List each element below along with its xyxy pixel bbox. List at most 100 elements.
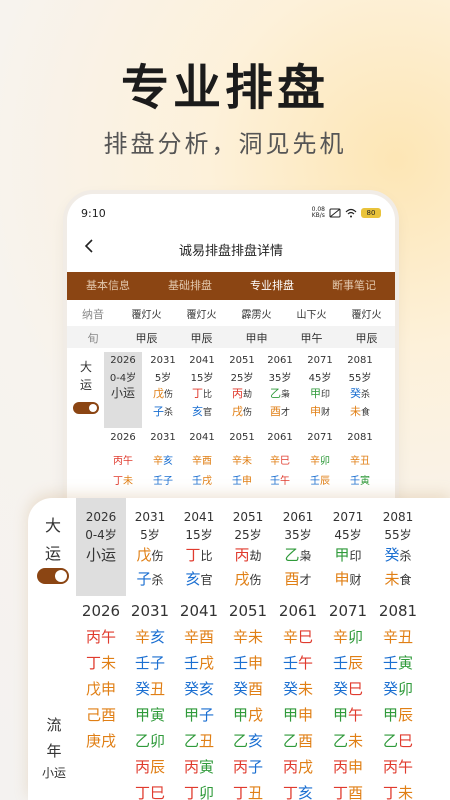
liunian-cell[interactable]: 辛未 (224, 626, 272, 647)
liunian-cell[interactable]: 乙酉 (274, 730, 322, 751)
dayun-age: 45岁 (308, 373, 332, 384)
dayun-gan[interactable]: 癸杀 (374, 544, 422, 565)
liunian-cell[interactable]: 壬子 (146, 472, 180, 487)
dayun-gan[interactable]: 戊伤 (126, 544, 174, 565)
dayun-zhi[interactable]: 申财 (324, 568, 372, 589)
nayin-value: 覆灯火 (351, 310, 382, 321)
tab-pro-chart[interactable]: 专业排盘 (231, 272, 313, 300)
liunian-cell[interactable]: 辛亥 (126, 626, 174, 647)
dayun-zhi[interactable]: 戌伤 (224, 568, 272, 589)
liunian-cell[interactable]: 丙辰 (126, 756, 174, 777)
dayun-zhi[interactable]: 亥官 (175, 568, 223, 589)
liunian-char: 戌 (101, 732, 117, 750)
dayun-xiaoyun[interactable]: 小运 (107, 385, 139, 401)
liunian-cell[interactable]: 壬戌 (175, 652, 223, 673)
liunian-cell[interactable]: 戊申 (76, 678, 126, 699)
dayun-age: 45岁 (334, 528, 362, 542)
liunian-cell[interactable]: 丙戌 (274, 756, 322, 777)
dayun-gan[interactable]: 甲印 (324, 544, 372, 565)
liunian-cell[interactable]: 辛巳 (274, 626, 322, 647)
liunian-cell[interactable]: 壬子 (126, 652, 174, 673)
liunian-cell[interactable]: 丁巳 (126, 782, 174, 800)
dayun-gan[interactable]: 丁比 (185, 385, 219, 401)
liunian-cell[interactable]: 丁未 (76, 652, 126, 673)
liunian-cell[interactable]: 丁酉 (324, 782, 372, 800)
liunian-cell[interactable]: 乙巳 (374, 730, 422, 751)
liunian-cell[interactable]: 丙寅 (175, 756, 223, 777)
liunian-cell[interactable]: 甲戌 (224, 704, 272, 725)
liunian-cell[interactable]: 丁亥 (274, 782, 322, 800)
liunian-cell[interactable]: 丙申 (324, 756, 372, 777)
liunian-cell[interactable]: 壬申 (225, 472, 259, 487)
liunian-cell[interactable]: 甲午 (324, 704, 372, 725)
dayun-gan[interactable]: 甲印 (303, 385, 337, 401)
dayun-zhi[interactable]: 酉才 (263, 403, 297, 419)
liunian-cell[interactable]: 壬戌 (185, 472, 219, 487)
dayun-gan[interactable]: 丁比 (175, 544, 223, 565)
dayun-zhi[interactable]: 未食 (343, 403, 377, 419)
liunian-cell[interactable]: 癸巳 (324, 678, 372, 699)
liunian-cell[interactable]: 辛酉 (185, 452, 219, 467)
dayun-gan[interactable]: 戊伤 (146, 385, 180, 401)
dayun-zhi[interactable]: 亥官 (185, 403, 219, 419)
liunian-cell[interactable]: 辛丑 (343, 452, 377, 467)
liunian-cell[interactable]: 甲子 (175, 704, 223, 725)
tab-notes[interactable]: 断事笔记 (313, 272, 395, 300)
liunian-cell[interactable]: 壬寅 (374, 652, 422, 673)
dayun-gan[interactable]: 丙劫 (224, 544, 272, 565)
dayun-gan[interactable]: 乙枭 (274, 544, 322, 565)
liunian-cell[interactable]: 丁未 (104, 472, 142, 487)
tab-basic-info[interactable]: 基本信息 (67, 272, 149, 300)
liunian-cell[interactable]: 丙午 (104, 452, 142, 467)
liunian-cell[interactable]: 壬辰 (303, 472, 337, 487)
liunian-cell[interactable]: 甲申 (274, 704, 322, 725)
liunian-cell[interactable]: 辛酉 (175, 626, 223, 647)
liunian-cell[interactable]: 辛亥 (146, 452, 180, 467)
liunian-cell[interactable]: 己酉 (76, 704, 126, 725)
liunian-cell[interactable]: 乙未 (324, 730, 372, 751)
liunian-cell[interactable]: 壬午 (274, 652, 322, 673)
liunian-cell[interactable]: 壬申 (224, 652, 272, 673)
dayun-toggle[interactable] (73, 402, 99, 414)
dayun-zhi[interactable]: 申财 (303, 403, 337, 419)
dayun-zhi[interactable]: 子杀 (146, 403, 180, 419)
dayun-toggle-large[interactable] (37, 568, 69, 584)
liunian-cell[interactable]: 甲辰 (374, 704, 422, 725)
dayun-gan[interactable]: 丙劫 (225, 385, 259, 401)
liunian-cell[interactable]: 丁未 (374, 782, 422, 800)
dayun-zhi[interactable]: 未食 (374, 568, 422, 589)
liunian-cell[interactable]: 辛卯 (303, 452, 337, 467)
liunian-cell[interactable]: 辛未 (225, 452, 259, 467)
dayun-gan[interactable]: 乙枭 (263, 385, 297, 401)
liunian-cell[interactable]: 癸酉 (224, 678, 272, 699)
liunian-cell[interactable]: 癸亥 (175, 678, 223, 699)
liunian-cell[interactable]: 庚戌 (76, 730, 126, 751)
liunian-cell[interactable]: 辛巳 (263, 452, 297, 467)
liunian-cell[interactable]: 辛丑 (374, 626, 422, 647)
dayun-zhi[interactable]: 酉才 (274, 568, 322, 589)
liunian-char: 壬 (282, 654, 298, 672)
liunian-cell[interactable]: 丙午 (374, 756, 422, 777)
liunian-char: 壬 (232, 654, 248, 672)
liunian-cell[interactable]: 乙卯 (126, 730, 174, 751)
liunian-cell[interactable]: 壬辰 (324, 652, 372, 673)
liunian-cell[interactable]: 丁丑 (224, 782, 272, 800)
dayun-xiaoyun[interactable]: 小运 (80, 544, 122, 566)
liunian-cell[interactable]: 壬午 (263, 472, 297, 487)
liunian-cell[interactable]: 癸卯 (374, 678, 422, 699)
liunian-cell[interactable]: 乙丑 (175, 730, 223, 751)
liunian-cell[interactable]: 辛卯 (324, 626, 372, 647)
liunian-cell[interactable]: 壬寅 (343, 472, 377, 487)
dayun-age: 5岁 (154, 373, 172, 384)
liunian-cell[interactable]: 丁卯 (175, 782, 223, 800)
liunian-cell[interactable]: 癸未 (274, 678, 322, 699)
dayun-zhi[interactable]: 戌伤 (225, 403, 259, 419)
liunian-cell[interactable]: 癸丑 (126, 678, 174, 699)
dayun-gan[interactable]: 癸杀 (343, 385, 377, 401)
liunian-cell[interactable]: 乙亥 (224, 730, 272, 751)
dayun-zhi[interactable]: 子杀 (126, 568, 174, 589)
liunian-cell[interactable]: 甲寅 (126, 704, 174, 725)
liunian-cell[interactable]: 丙午 (76, 626, 126, 647)
tab-basic-chart[interactable]: 基础排盘 (149, 272, 231, 300)
liunian-cell[interactable]: 丙子 (224, 756, 272, 777)
